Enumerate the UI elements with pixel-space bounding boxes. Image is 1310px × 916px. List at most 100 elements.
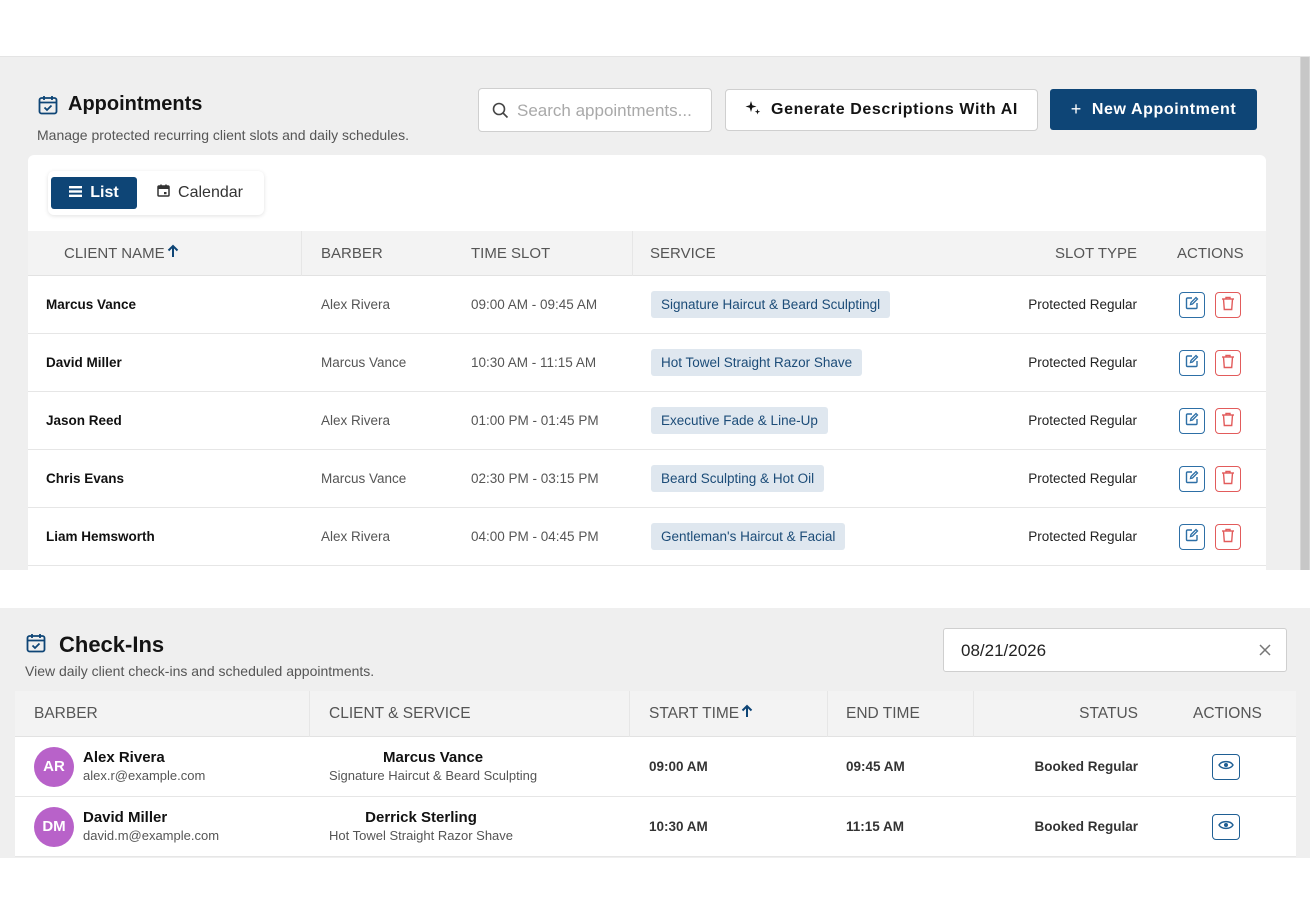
trash-icon [1221,296,1235,314]
edit-button[interactable] [1179,349,1205,376]
client-name: Jason Reed [46,413,122,428]
delete-button[interactable] [1215,465,1241,492]
search-input[interactable] [517,99,697,123]
delete-button[interactable] [1215,523,1241,550]
barber-name: Marcus Vance [321,471,407,486]
edit-button[interactable] [1179,523,1205,550]
appointments-panel: Appointments Manage protected recurring … [0,56,1310,570]
table-row[interactable]: Marcus Vance Alex Rivera 09:00 AM - 09:4… [28,276,1266,334]
list-view-label: List [90,184,119,201]
start-time: 09:00 AM [649,759,708,774]
column-header-slot-type[interactable]: SLOT TYPE [1055,231,1137,275]
column-header-label: START TIME [649,704,740,722]
column-divider[interactable] [301,231,302,276]
delete-button[interactable] [1215,407,1241,434]
page-title: Appointments [68,93,203,115]
barber-email: david.m@example.com [83,828,220,843]
table-row[interactable]: Liam Hemsworth Alex Rivera 04:00 PM - 04… [28,508,1266,566]
slot-type: Protected Regular [1028,355,1137,370]
start-time: 10:30 AM [649,819,708,834]
column-divider[interactable] [309,691,310,737]
sparkle-icon [745,100,761,121]
calendar-view-label: Calendar [178,184,243,201]
section-subtitle: View daily client check-ins and schedule… [25,663,375,679]
sort-up-arrow-icon [741,704,753,723]
trash-icon [1221,412,1235,430]
search-box[interactable] [478,88,712,132]
status-text: Booked Regular [1034,759,1138,774]
checkins-table: BARBER CLIENT & SERVICE START TIME END T… [15,691,1296,857]
column-header-barber[interactable]: BARBER [34,691,98,736]
column-divider[interactable] [973,691,974,737]
generate-descriptions-button[interactable]: Generate Descriptions With AI [725,89,1038,131]
calendar-check-icon [37,94,59,121]
service-chip: Executive Fade & Line-Up [651,407,828,434]
end-time: 11:15 AM [846,819,905,834]
table-row[interactable]: AR Alex Rivera alex.r@example.com Marcus… [15,737,1296,797]
time-slot: 10:30 AM - 11:15 AM [471,355,597,370]
table-row[interactable]: David Miller Marcus Vance 10:30 AM - 11:… [28,334,1266,392]
time-slot: 01:00 PM - 01:45 PM [471,413,599,428]
column-header-end-time[interactable]: END TIME [846,691,920,736]
column-divider[interactable] [827,691,828,737]
table-row[interactable]: Jason Reed Alex Rivera 01:00 PM - 01:45 … [28,392,1266,450]
client-name: David Miller [46,355,122,370]
delete-button[interactable] [1215,349,1241,376]
slot-type: Protected Regular [1028,471,1137,486]
column-header-client-service[interactable]: CLIENT & SERVICE [329,691,471,736]
service-name: Signature Haircut & Beard Sculpting [329,768,538,783]
column-header-client-name[interactable]: CLIENT NAME [64,231,179,275]
eye-icon [1218,759,1234,774]
calendar-check-icon [25,632,47,659]
trash-icon [1221,470,1235,488]
client-name: Marcus Vance [383,749,484,766]
barber-name: David Miller [83,809,168,826]
column-header-barber[interactable]: BARBER [321,231,383,275]
time-slot: 09:00 AM - 09:45 AM [471,297,598,312]
slot-type: Protected Regular [1028,529,1137,544]
client-name: Liam Hemsworth [46,529,155,544]
edit-icon [1185,354,1199,371]
list-view-button[interactable]: List [51,177,137,209]
trash-icon [1221,354,1235,372]
client-name: Derrick Sterling [365,809,477,826]
new-appointment-label: New Appointment [1091,100,1237,118]
sort-up-arrow-icon [167,244,179,262]
calendar-view-button[interactable]: Calendar [144,177,256,209]
edit-button[interactable] [1179,291,1205,318]
column-header-status[interactable]: STATUS [1079,691,1138,736]
column-divider[interactable] [632,231,633,276]
status-text: Booked Regular [1034,819,1138,834]
list-icon [69,184,83,202]
column-header-service[interactable]: SERVICE [650,231,716,275]
table-row[interactable]: Chris Evans Marcus Vance 02:30 PM - 03:1… [28,450,1266,508]
search-icon [492,102,509,124]
column-header-time-slot[interactable]: TIME SLOT [471,231,550,275]
new-appointment-button[interactable]: + New Appointment [1050,89,1257,130]
view-button[interactable] [1212,753,1240,780]
checkins-panel: Check-Ins View daily client check-ins an… [0,608,1310,858]
column-header-start-time[interactable]: START TIME [649,691,753,736]
table-header: CLIENT NAME BARBER TIME SLOT SERVICE SLO… [28,231,1266,276]
close-icon[interactable] [1258,643,1272,662]
barber-email: alex.r@example.com [83,768,206,783]
delete-button[interactable] [1215,291,1241,318]
column-divider[interactable] [629,691,630,737]
edit-button[interactable] [1179,465,1205,492]
barber-name: Alex Rivera [321,297,391,312]
avatar: DM [34,806,74,847]
time-slot: 02:30 PM - 03:15 PM [471,471,599,486]
date-input[interactable] [961,639,1221,663]
view-button[interactable] [1212,813,1240,840]
calendar-icon [157,184,170,202]
table-row[interactable]: DM David Miller david.m@example.com Derr… [15,797,1296,857]
edit-button[interactable] [1179,407,1205,434]
slot-type: Protected Regular [1028,297,1137,312]
appointments-table: CLIENT NAME BARBER TIME SLOT SERVICE SLO… [28,231,1266,566]
page-scrollbar[interactable] [1300,57,1310,570]
column-header-actions: ACTIONS [1177,244,1244,262]
service-chip: Signature Haircut & Beard Sculptingl [651,291,891,318]
barber-name: Marcus Vance [321,355,407,370]
date-filter[interactable] [943,628,1287,672]
service-chip: Gentleman's Haircut & Facial [651,523,846,550]
